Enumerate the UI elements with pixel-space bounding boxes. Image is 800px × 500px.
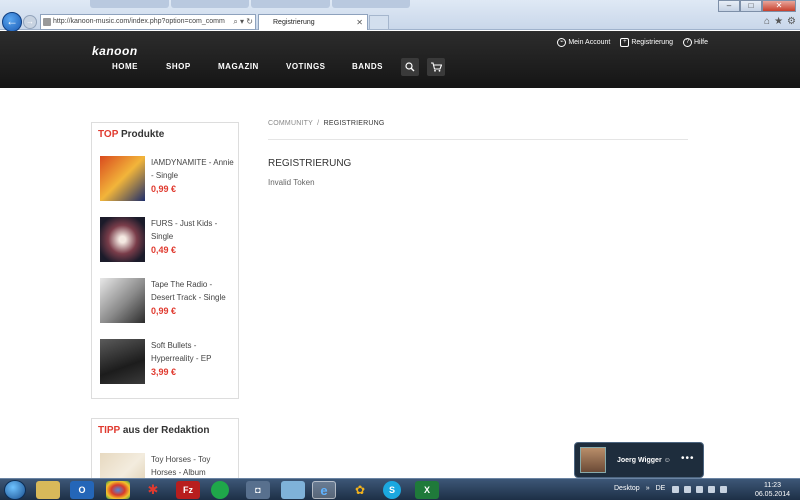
product-title[interactable]: FURS - Just Kids - Single [151,217,236,243]
album-cover-image[interactable] [100,217,145,262]
battery-icon[interactable] [720,486,727,493]
minimize-button[interactable]: – [718,0,740,12]
clock[interactable]: 11:23 06.05.2014 [755,481,790,499]
address-text: http://kanoon-music.com/index.php?option… [53,18,225,25]
product-item[interactable]: Tape The Radio - Desert Track - Single 0… [100,278,236,324]
nav-home[interactable]: HOME [112,62,166,71]
breadcrumb-current: REGISTRIERUNG [323,120,385,127]
more-options-icon[interactable]: ••• [681,453,695,464]
help-icon: ? [682,38,692,47]
contact-name: Joerg Wigger ☺ [617,457,671,464]
skype-icon[interactable]: S [383,481,401,499]
filezilla-icon[interactable]: Fz [176,481,200,499]
kanoon-logo[interactable]: kanoon [92,44,138,58]
album-cover-image[interactable] [100,278,145,323]
product-price: 0,99 € [151,184,177,194]
nav-magazin[interactable]: MAGAZIN [218,62,286,71]
search-button[interactable] [401,58,419,76]
spotify-icon[interactable] [211,481,229,499]
address-bar[interactable]: http://kanoon-music.com/index.php?option… [40,14,256,30]
back-button[interactable]: ← [2,12,22,32]
user-add-icon: + [620,38,630,47]
tray-arrow-icon[interactable] [672,486,679,493]
tipp-panel: TIPP aus der Redaktion Toy Horses - Toy … [91,418,239,498]
top-products-panel: TOP Produkte IAMDYNAMITE - Annie - Singl… [91,122,239,399]
panel-title: TOP Produkte [98,129,165,140]
address-bar-icons[interactable]: ⌕ ▾ ↻ [231,15,253,29]
favorites-star-icon[interactable]: ★ [774,16,783,27]
mein-account-link[interactable]: ⌁ Mein Account [557,38,610,47]
hilfe-link[interactable]: ? Hilfe [682,38,708,47]
product-item[interactable]: FURS - Just Kids - Single 0,49 € [100,217,236,263]
divider [268,139,688,140]
product-title[interactable]: Tape The Radio - Desert Track - Single [151,278,236,304]
maximize-button[interactable]: □ [740,0,762,12]
nav-votings[interactable]: VOTINGS [286,62,352,71]
close-icon[interactable]: ✕ [356,15,363,30]
tray-icons [672,486,727,493]
internet-explorer-icon[interactable]: e [312,481,336,499]
start-button[interactable] [4,480,26,500]
cart-icon [430,62,442,72]
cart-button[interactable] [427,58,445,76]
new-tab-button[interactable] [369,15,389,30]
album-cover-image[interactable] [100,339,145,384]
registrierung-link[interactable]: + Registrierung [620,38,673,47]
window-controls: – □ ✕ [718,0,796,12]
home-icon[interactable]: ⌂ [764,16,770,27]
tab-registrierung[interactable]: Registrierung ✕ [258,14,368,30]
breadcrumb-separator: / [317,120,320,127]
favicon-icon [43,18,51,26]
product-title[interactable]: IAMDYNAMITE - Annie - Single [151,156,236,182]
product-price: 3,99 € [151,367,177,377]
flag-icon[interactable] [684,486,691,493]
product-price: 0,49 € [151,245,177,255]
camera-icon[interactable]: ◘ [246,481,270,499]
nav-shop[interactable]: SHOP [166,62,218,71]
browser-toolbar: ⌂ ★ ⚙ [764,16,796,27]
main-nav: HOME SHOP MAGAZIN VOTINGS BANDS [112,62,383,71]
chrome-icon[interactable] [106,481,130,499]
product-item[interactable]: Soft Bullets - Hyperreality - EP 3,99 € [100,339,236,385]
product-title[interactable]: Soft Bullets - Hyperreality - EP [151,339,236,365]
breadcrumb-community[interactable]: COMMUNITY [268,120,313,127]
tab-title: Registrierung [273,19,315,26]
app-icon[interactable] [281,481,305,499]
nav-bands[interactable]: BANDS [352,62,383,71]
gear-icon[interactable]: ⚙ [787,16,796,27]
close-window-button[interactable]: ✕ [762,0,796,12]
skype-notification[interactable]: Joerg Wigger ☺ ••• [574,442,704,478]
search-icon [405,62,415,72]
background-tabs[interactable] [90,0,410,8]
site-header: kanoon HOME SHOP MAGAZIN VOTINGS BANDS ⌁… [0,31,800,88]
breadcrumb: COMMUNITY / REGISTRIERUNG [268,120,385,127]
account-links: ⌁ Mein Account + Registrierung ? Hilfe [557,38,708,47]
excel-icon[interactable]: X [415,481,439,499]
user-circle-icon: ⌁ [557,38,567,47]
panel-title: TIPP aus der Redaktion [98,425,210,436]
taskbar: O ✱ Fz ◘ e ✿ S X Desktop » DE 11:23 06.0… [0,478,800,500]
toolbar-expand-icon[interactable]: » [646,485,650,492]
product-price: 0,99 € [151,306,177,316]
page-title: REGISTRIERUNG [268,158,352,169]
product-item[interactable]: IAMDYNAMITE - Annie - Single 0,99 € [100,156,236,202]
clock-date: 06.05.2014 [754,491,790,498]
explorer-icon[interactable] [36,481,60,499]
volume-icon[interactable] [708,486,715,493]
forward-button[interactable]: → [23,15,37,29]
product-title[interactable]: Toy Horses - Toy Horses - Album [151,453,236,479]
outlook-icon[interactable]: O [70,481,94,499]
system-tray: Desktop » DE [614,485,665,492]
clock-time: 11:23 [763,482,781,489]
app-icon[interactable]: ✱ [141,481,165,499]
desktop-toolbar[interactable]: Desktop [614,485,640,492]
album-cover-image[interactable] [100,156,145,201]
language-indicator[interactable]: DE [656,485,666,492]
avatar [580,447,606,473]
error-message: Invalid Token [268,178,315,187]
app-icon[interactable]: ✿ [348,481,372,499]
network-icon[interactable] [696,486,703,493]
